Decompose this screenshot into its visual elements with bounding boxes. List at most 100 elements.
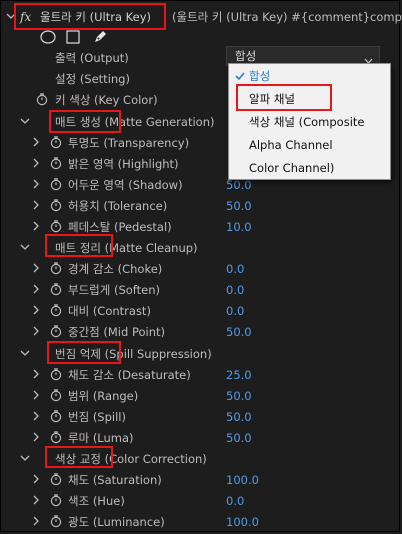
property-label: 색조 (Hue) — [68, 493, 125, 508]
chevron-right-icon[interactable] — [31, 474, 41, 484]
chevron-right-icon[interactable] — [31, 432, 41, 442]
stopwatch-icon[interactable] — [50, 473, 62, 486]
stopwatch-icon[interactable] — [50, 431, 62, 444]
property-value[interactable]: 50.0 — [226, 389, 252, 403]
group-spill-suppression[interactable]: 번짐 억제 (Spill Suppression) — [0, 343, 402, 364]
menu-item-alpha-channel-ko[interactable]: 알파 채널 — [229, 89, 390, 109]
property-row: 페데스탈 (Pedestal) 10.0 — [0, 216, 402, 237]
property-row: 대비 (Contrast) 0.0 — [0, 300, 402, 321]
chevron-down-icon[interactable] — [6, 11, 16, 21]
key-color-label: 키 색상 (Key Color) — [55, 92, 158, 107]
property-row: 색조 (Hue) 0.0 — [0, 490, 402, 511]
stopwatch-icon[interactable] — [50, 262, 62, 275]
group-label: 색상 교정 (Color Correction) — [55, 451, 207, 466]
property-label: 경계 감소 (Choke) — [68, 261, 163, 276]
chevron-right-icon[interactable] — [31, 369, 41, 379]
property-label: 허용치 (Tolerance) — [68, 198, 168, 213]
group-color-correction[interactable]: 색상 교정 (Color Correction) — [0, 448, 402, 469]
effect-header-row[interactable]: fx 울트라 키 (Ultra Key) (울트라 키 (Ultra Key) … — [0, 6, 402, 27]
property-value[interactable]: 10.0 — [226, 220, 252, 234]
group-label: 매트 정리 (Matte Cleanup) — [55, 240, 198, 255]
output-label: 출력 (Output) — [55, 50, 129, 65]
menu-item-label: 색상 채널 (Composite — [249, 115, 365, 129]
stopwatch-icon[interactable] — [50, 283, 62, 296]
chevron-right-icon[interactable] — [31, 263, 41, 273]
property-row: 부드럽게 (Soften) 0.0 — [0, 279, 402, 300]
stopwatch-icon[interactable] — [50, 325, 62, 338]
stopwatch-icon[interactable] — [50, 304, 62, 317]
chevron-right-icon[interactable] — [31, 284, 41, 294]
stopwatch-icon[interactable] — [50, 178, 62, 191]
property-value[interactable]: 50.0 — [226, 431, 252, 445]
rectangle-mask-tool-icon[interactable] — [66, 30, 80, 47]
menu-item-label: 알파 채널 — [249, 92, 295, 106]
chevron-down-icon[interactable] — [20, 116, 30, 126]
menu-item-composite-ko[interactable]: 합성 — [229, 66, 390, 86]
stopwatch-icon[interactable] — [36, 93, 48, 106]
effect-name: 울트라 키 (Ultra Key) — [40, 9, 152, 24]
stopwatch-icon[interactable] — [50, 157, 62, 170]
chevron-down-icon[interactable] — [20, 242, 30, 252]
property-value[interactable]: 0.0 — [226, 283, 244, 297]
property-label: 투명도 (Transparency) — [68, 135, 190, 150]
chevron-down-icon[interactable] — [20, 348, 30, 358]
property-label: 번짐 (Spill) — [68, 409, 126, 424]
menu-item-alpha-channel[interactable]: Alpha Channel — [229, 135, 390, 155]
output-select-value: 합성 — [235, 49, 257, 63]
property-row: 광도 (Luminance) 100.0 — [0, 511, 402, 532]
property-row: 채도 감소 (Desaturate) 25.0 — [0, 364, 402, 385]
property-label: 채도 (Saturation) — [68, 472, 162, 487]
property-row: 경계 감소 (Choke) 0.0 — [0, 258, 402, 279]
menu-item-label: 합성 — [249, 69, 271, 83]
stopwatch-icon[interactable] — [50, 515, 62, 528]
property-value[interactable]: 0.0 — [226, 304, 244, 318]
checkmark-icon — [235, 70, 245, 84]
stopwatch-icon[interactable] — [50, 199, 62, 212]
property-label: 루마 (Luma) — [68, 430, 134, 445]
chevron-right-icon[interactable] — [31, 221, 41, 231]
property-value[interactable]: 100.0 — [226, 473, 259, 487]
group-label: 매트 생성 (Matte Generation) — [55, 114, 215, 129]
stopwatch-icon[interactable] — [50, 136, 62, 149]
group-matte-cleanup[interactable]: 매트 정리 (Matte Cleanup) — [0, 237, 402, 258]
fx-badge[interactable]: fx — [20, 10, 31, 24]
property-label: 채도 감소 (Desaturate) — [68, 367, 191, 382]
chevron-right-icon[interactable] — [31, 179, 41, 189]
chevron-right-icon[interactable] — [31, 137, 41, 147]
property-label: 페데스탈 (Pedestal) — [68, 219, 172, 234]
chevron-right-icon[interactable] — [31, 158, 41, 168]
property-value[interactable]: 25.0 — [226, 368, 252, 382]
chevron-right-icon[interactable] — [31, 305, 41, 315]
stopwatch-icon[interactable] — [50, 494, 62, 507]
menu-item-color-channel-ko[interactable]: 색상 채널 (Composite — [229, 112, 390, 132]
chevron-right-icon[interactable] — [31, 516, 41, 526]
chevron-right-icon[interactable] — [31, 390, 41, 400]
ellipse-mask-tool-icon[interactable] — [40, 30, 56, 47]
property-value[interactable]: 0.0 — [226, 262, 244, 276]
menu-item-label: Alpha Channel — [249, 138, 333, 152]
pen-mask-tool-icon[interactable] — [92, 29, 108, 48]
chevron-right-icon[interactable] — [31, 326, 41, 336]
property-row: 중간점 (Mid Point) 50.0 — [0, 321, 402, 342]
setting-label: 설정 (Setting) — [55, 71, 130, 86]
property-value[interactable]: 50.0 — [226, 199, 252, 213]
property-row: 채도 (Saturation) 100.0 — [0, 469, 402, 490]
menu-item-color-channel[interactable]: Color Channel) — [229, 158, 390, 178]
chevron-right-icon[interactable] — [31, 495, 41, 505]
stopwatch-icon[interactable] — [50, 410, 62, 423]
stopwatch-icon[interactable] — [50, 220, 62, 233]
chevron-right-icon[interactable] — [31, 411, 41, 421]
stopwatch-icon[interactable] — [50, 389, 62, 402]
mask-tools-row — [0, 27, 402, 48]
property-value[interactable]: 50.0 — [226, 325, 252, 339]
property-row: 루마 (Luma) 50.0 — [0, 427, 402, 448]
property-value[interactable]: 50.0 — [226, 410, 252, 424]
property-row: 범위 (Range) 50.0 — [0, 385, 402, 406]
property-value[interactable]: 100.0 — [226, 515, 259, 529]
stopwatch-icon[interactable] — [50, 368, 62, 381]
chevron-down-icon[interactable] — [20, 453, 30, 463]
output-dropdown-menu: 합성 알파 채널 색상 채널 (Composite Alpha Channel … — [228, 63, 391, 180]
chevron-right-icon[interactable] — [31, 200, 41, 210]
effect-path: (울트라 키 (Ultra Key) #{comment}comp... — [172, 9, 402, 24]
property-value[interactable]: 0.0 — [226, 494, 244, 508]
